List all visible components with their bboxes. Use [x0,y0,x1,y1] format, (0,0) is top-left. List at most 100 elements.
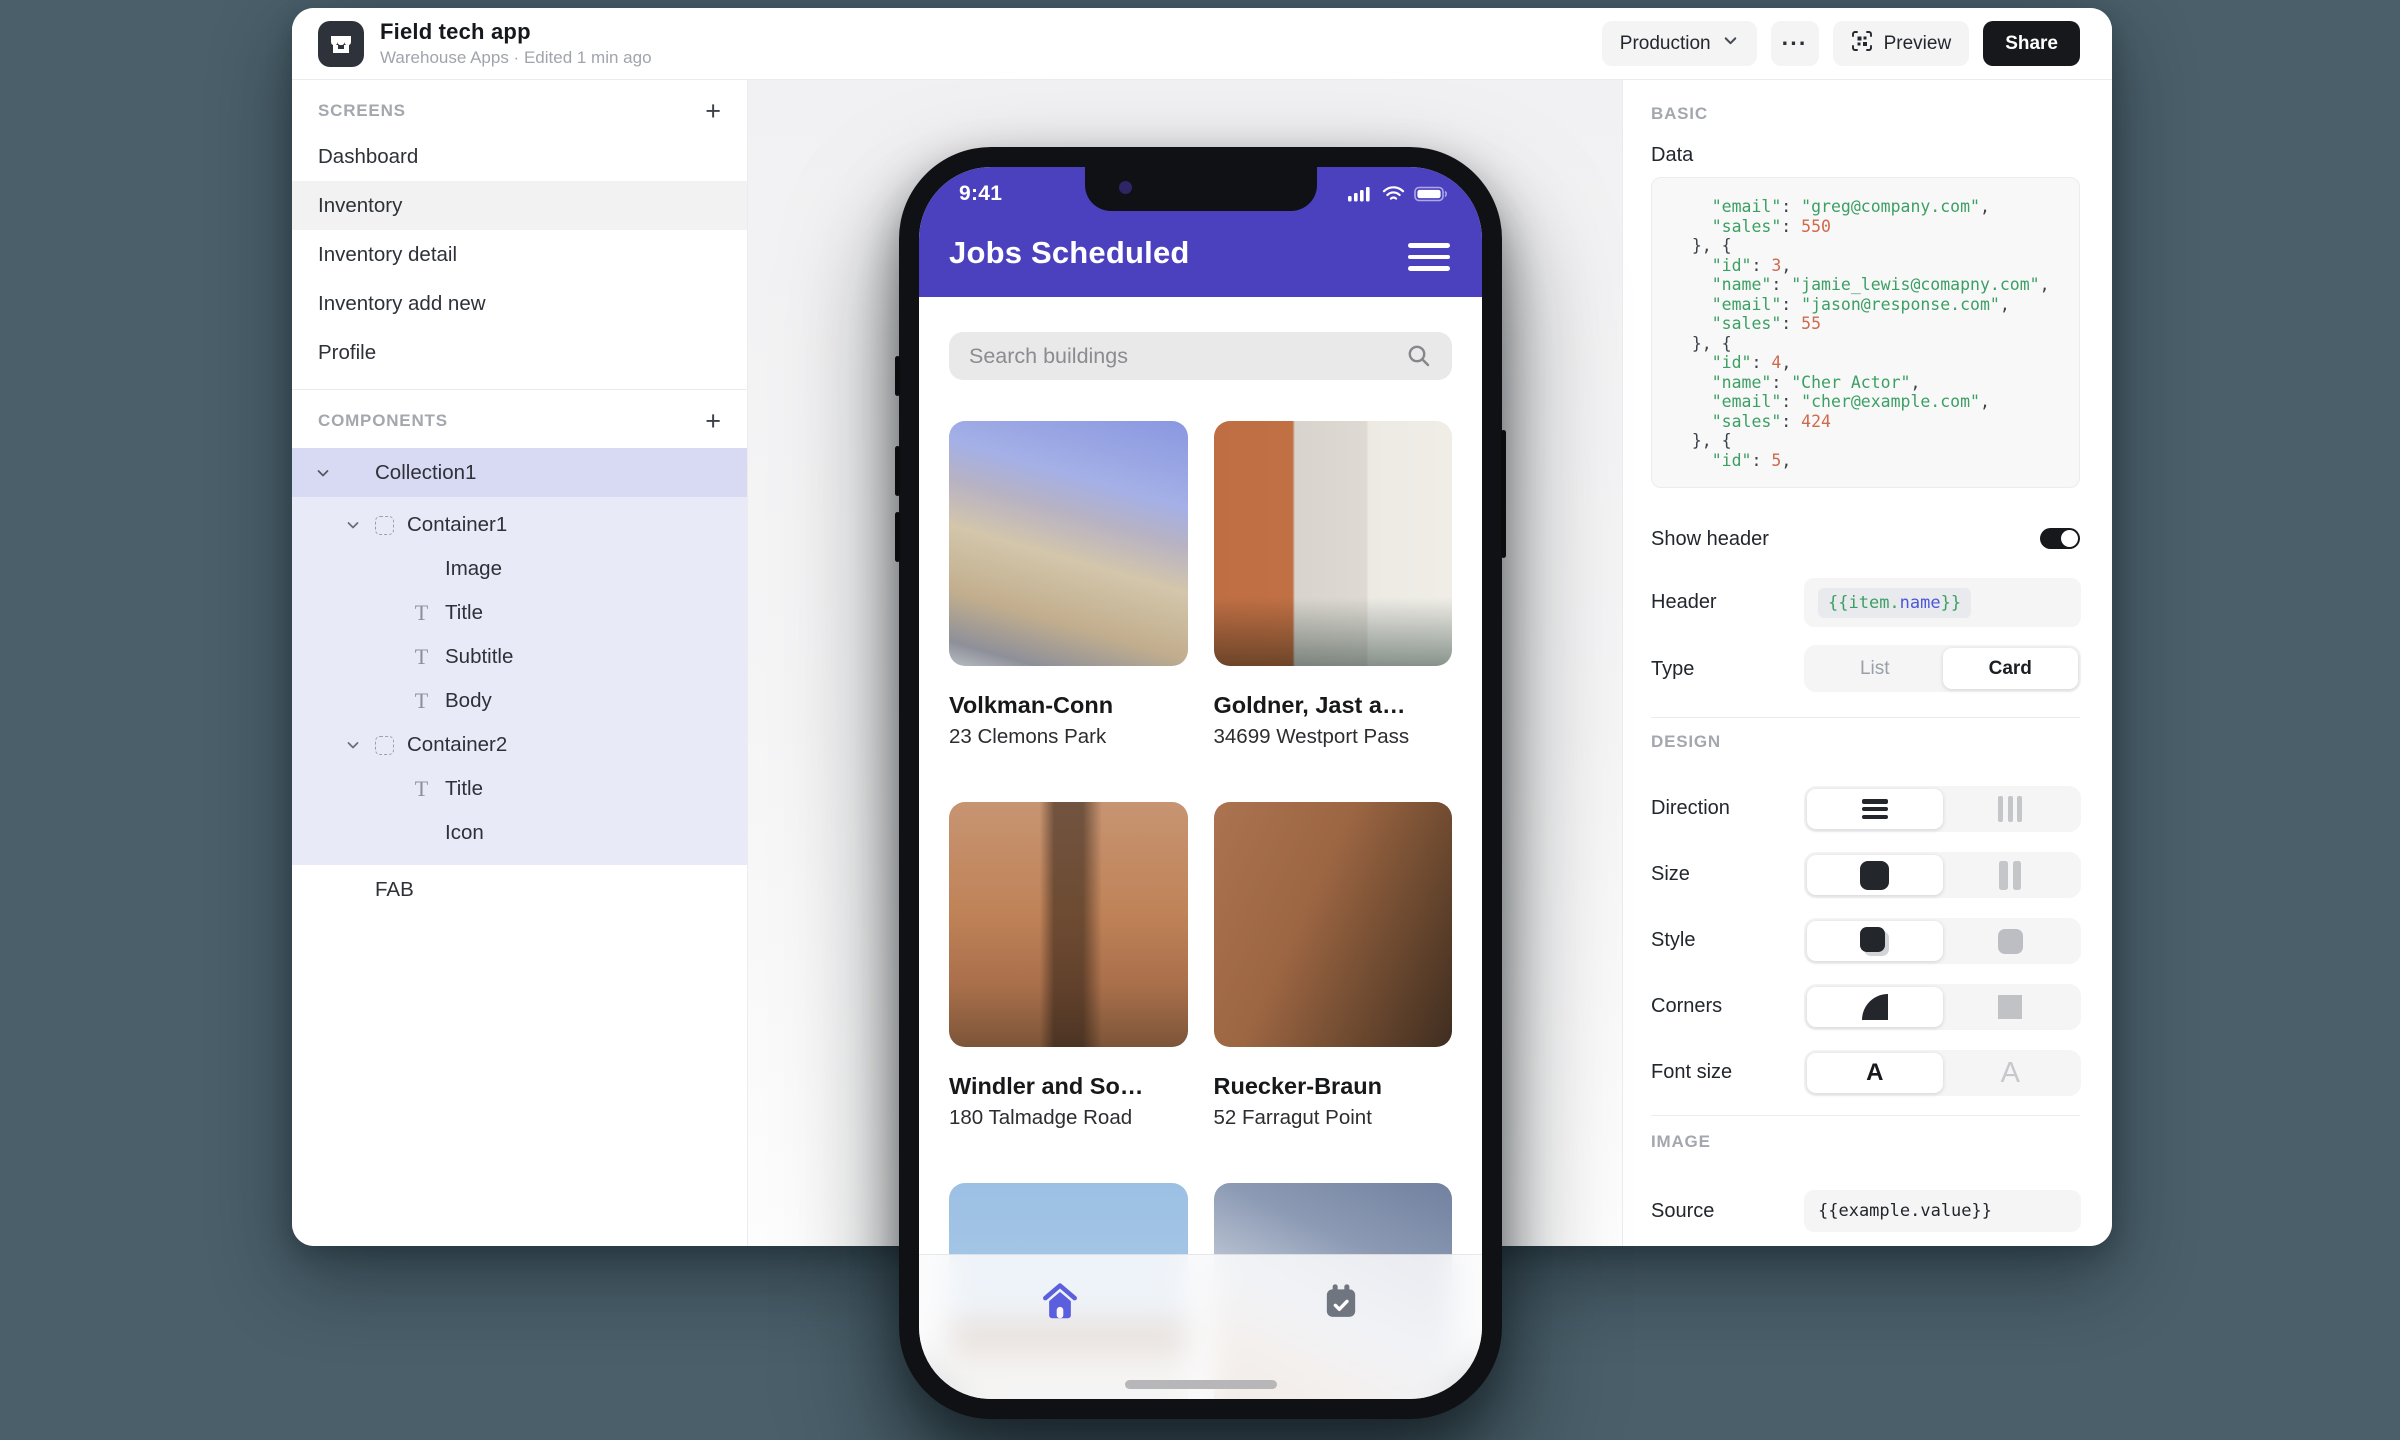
header-value-input[interactable]: {{item.name}} [1804,578,2081,627]
preview-button[interactable]: Preview [1833,21,1970,66]
environment-dropdown[interactable]: Production [1602,21,1757,66]
segment-option-left[interactable]: A [1807,1053,1943,1093]
building-card[interactable]: Windler and So… 180 Talmadge Road [949,802,1188,1131]
code-line: }, { [1672,236,2059,256]
text-icon: T [412,776,431,802]
square-shadow-icon [1860,927,1885,952]
source-value-input[interactable]: {{example.value}} [1804,1190,2081,1232]
tree-item-label: Container2 [407,733,507,757]
screen-title: Jobs Scheduled [949,235,1190,271]
text-icon: T [412,644,431,670]
tree-item-title[interactable]: T Title [292,767,747,811]
tree-item-image[interactable]: Image [292,547,747,591]
ellipsis-icon: ··· [1782,30,1808,57]
more-options-button[interactable]: ··· [1771,21,1819,66]
sidebar-item-inventory[interactable]: Inventory [292,181,747,230]
chevron-down-icon[interactable] [345,503,361,547]
type-option-card[interactable]: Card [1943,648,2079,689]
code-line: "email": "greg@company.com", [1672,197,2059,217]
hamburger-icon[interactable] [1408,243,1450,271]
power-button [1501,430,1506,558]
square-flat-icon [1998,929,2023,954]
add-component-button[interactable]: + [705,408,721,434]
segment-option-left[interactable] [1807,789,1943,829]
app-title-block: Field tech app Warehouse Apps · Edited 1… [380,19,652,68]
square-large-icon [1860,861,1889,890]
toggle-knob [2061,530,2078,547]
card-subtitle: 34699 Westport Pass [1214,723,1453,750]
card-subtitle: 23 Clemons Park [949,723,1188,750]
tree-item-icon[interactable]: Icon [292,811,747,855]
screen-item-label: Inventory [318,194,402,218]
show-header-toggle[interactable] [2040,528,2080,549]
home-icon [1039,1281,1081,1323]
segment-option-right[interactable] [1943,855,2079,895]
tree-item-body[interactable]: TBody [292,679,747,723]
section-divider [1651,1115,2080,1116]
building-card[interactable]: Goldner, Jast a… 34699 Westport Pass [1214,421,1453,750]
screen-item-label: Profile [318,341,376,365]
share-button[interactable]: Share [1983,21,2080,66]
chevron-down-icon [1722,32,1739,55]
page-title: Field tech app [380,19,652,45]
tree-item-label: Subtitle [445,645,513,669]
size-segmented-control [1804,852,2081,898]
segment-option-left[interactable] [1807,855,1943,895]
tab-schedule[interactable] [1201,1255,1483,1399]
segment-option-left[interactable] [1807,921,1943,961]
tree-item-subtitle[interactable]: T Subtitle [292,635,747,679]
segment-option-right[interactable] [1943,921,2079,961]
battery-icon [1414,186,1448,207]
code-line: "sales": 55 [1672,314,2059,334]
screen-item-label: Inventory detail [318,243,457,267]
tree-item-collection1[interactable]: Collection1 [292,448,747,497]
data-code-editor[interactable]: "email": "greg@company.com", "sales": 55… [1651,177,2080,488]
segment-option-right[interactable] [1943,987,2079,1027]
warehouse-app-icon [318,21,364,67]
components-title: COMPONENTS [318,411,448,431]
tree-item-fab[interactable]: FAB [292,865,747,914]
titlebar: Field tech app Warehouse Apps · Edited 1… [292,8,2112,80]
sidebar-item-inventory-add-new[interactable]: Inventory add new [292,279,747,328]
building-card[interactable]: Volkman-Conn 23 Clemons Park [949,421,1188,750]
segment-option-right[interactable]: A [1943,1053,2079,1093]
corner-rounded-icon [1862,994,1888,1020]
building-card[interactable]: Ruecker-Braun 52 Farragut Point [1214,802,1453,1131]
building-photo [1214,421,1453,666]
data-label: Data [1651,144,1693,167]
page-subtitle: Warehouse Apps · Edited 1 min ago [380,48,652,68]
font-size-segmented-control: A A [1804,1050,2081,1096]
segment-option-right[interactable] [1943,789,2079,829]
direction-segmented-control [1804,786,2081,832]
search-input[interactable]: Search buildings [949,332,1452,380]
components-section-header: COMPONENTS + [292,408,747,434]
segment-option-left[interactable] [1807,987,1943,1027]
sidebar-item-dashboard[interactable]: Dashboard [292,132,747,181]
card-title: Windler and So… [949,1071,1188,1101]
add-screen-button[interactable]: + [705,98,721,124]
code-line: "sales": 424 [1672,412,2059,432]
chevron-down-icon[interactable] [345,723,361,767]
tab-home[interactable] [919,1255,1201,1399]
sidebar-item-profile[interactable]: Profile [292,328,747,377]
calendar-check-icon [1321,1281,1361,1321]
left-sidebar: SCREENS + DashboardInventoryInventory de… [292,80,748,1246]
tree-children: Container1ImageTTitleTSubtitleTBody Cont… [292,497,747,865]
type-option-list[interactable]: List [1807,648,1943,689]
chevron-down-icon[interactable] [315,448,331,497]
mute-switch [895,356,900,396]
phone-notch [1085,167,1317,211]
tree-item-container2[interactable]: Container2 [292,723,747,767]
building-photo [949,421,1188,666]
style-segmented-control [1804,918,2081,964]
code-line: "sales": 550 [1672,217,2059,237]
tree-item-label: Title [445,777,483,801]
signal-icon [1348,186,1373,207]
sidebar-item-inventory-detail[interactable]: Inventory detail [292,230,747,279]
home-indicator[interactable] [1125,1380,1277,1389]
type-segmented-control: List Card [1804,645,2081,692]
token-close: }} [1941,593,1961,613]
tree-item-title[interactable]: TTitle [292,591,747,635]
tree-item-container1[interactable]: Container1 [292,503,747,547]
direction-label: Direction [1651,797,1730,820]
